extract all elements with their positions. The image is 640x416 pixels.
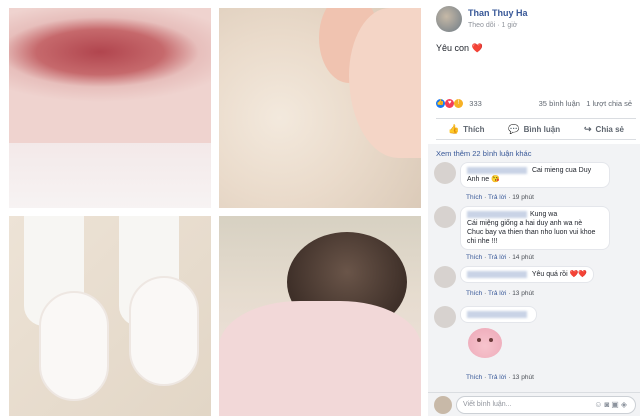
my-avatar xyxy=(434,396,452,414)
love-reaction-icon[interactable]: ♥ xyxy=(445,98,455,108)
comment-like-link[interactable]: Thích xyxy=(466,374,482,381)
comment-like-link[interactable]: Thích xyxy=(466,254,482,261)
comment-input[interactable]: Viết bình luận... ☺◙▣◈ xyxy=(456,396,636,414)
like-label: Thích xyxy=(463,124,485,134)
commenter-avatar[interactable] xyxy=(434,306,456,328)
share-count[interactable]: 1 lượt chia sẻ xyxy=(586,99,632,108)
post-stats: 35 bình luận 1 lượt chia sẻ xyxy=(539,99,632,108)
post-actions: 👍 Thích 💬 Bình luận ↪ Chia sẻ xyxy=(436,118,636,140)
post-panel: Than Thuy Ha Theo dõi · 1 giờ Yêu con ❤️… xyxy=(428,0,640,416)
like-icon: 👍 xyxy=(447,123,460,134)
comment-reply-link[interactable]: Trả lời xyxy=(488,374,506,381)
like-reaction-icon[interactable]: 👍 xyxy=(436,98,445,108)
commenter-avatar[interactable] xyxy=(434,162,456,184)
photo-sleeping-baby[interactable] xyxy=(219,216,421,416)
comment-meta: Thích · Trả lời · 19 phút xyxy=(466,194,534,201)
share-label: Chia sẻ xyxy=(595,124,625,134)
reaction-count[interactable]: 333 xyxy=(469,99,482,108)
comment-bubble: Cai mieng cua Duy Anh ne 😘 xyxy=(460,162,610,188)
comment-time[interactable]: 13 phút xyxy=(512,374,534,381)
comment-time[interactable]: 19 phút xyxy=(512,194,534,201)
photo-baby-ear[interactable] xyxy=(219,8,421,208)
comment-like-link[interactable]: Thích xyxy=(466,194,482,201)
comment-reply-link[interactable]: Trả lời xyxy=(488,290,506,297)
comment-time[interactable]: 13 phút xyxy=(512,290,534,297)
more-comments-link[interactable]: Xem thêm 22 bình luận khác xyxy=(436,149,531,158)
gif-icon[interactable]: ▣ xyxy=(611,400,621,409)
comment-meta: Thích · Trả lời · 13 phút xyxy=(466,374,534,381)
comment-label: Bình luận xyxy=(523,124,561,134)
post-header: Than Thuy Ha Theo dõi · 1 giờ xyxy=(436,6,636,36)
comment-bubble: Kung wa Cái miệng giống a hai duy anh wa… xyxy=(460,206,610,250)
write-comment-bar: Viết bình luận... ☺◙▣◈ xyxy=(428,392,640,416)
commenter-name-blurred[interactable] xyxy=(467,310,527,318)
comment-placeholder: Viết bình luận... xyxy=(463,401,512,408)
follow-link[interactable]: Theo dõi xyxy=(468,22,495,29)
commenter-name-blurred[interactable] xyxy=(467,166,527,174)
post-message: Yêu con ❤️ xyxy=(436,43,483,54)
author-avatar[interactable] xyxy=(436,6,462,32)
commenter-avatar[interactable] xyxy=(434,206,456,228)
author-name[interactable]: Than Thuy Ha xyxy=(468,8,528,18)
commenter-name-blurred[interactable] xyxy=(467,270,527,278)
photo-baby-lips[interactable] xyxy=(9,8,211,208)
comment-like-link[interactable]: Thích xyxy=(466,290,482,297)
comment-icon: 💬 xyxy=(508,123,520,134)
post-time[interactable]: 1 giờ xyxy=(501,22,517,29)
photo-baby-shoes[interactable] xyxy=(9,216,211,416)
comment-count[interactable]: 35 bình luận xyxy=(539,99,580,108)
commenter-avatar[interactable] xyxy=(434,266,456,288)
wow-reaction-icon[interactable]: ! xyxy=(454,98,464,108)
heart-emoji: ❤️ xyxy=(471,43,483,53)
like-button[interactable]: 👍 Thích xyxy=(448,124,485,135)
comments-section: Xem thêm 22 bình luận khác Cai mieng cua… xyxy=(428,144,640,394)
comment-meta: Thích · Trả lời · 13 phút xyxy=(466,290,534,297)
pig-sticker-icon xyxy=(468,328,502,358)
reactions-bar: 👍 ♥ ! 333 35 bình luận 1 lượt chia sẻ xyxy=(436,98,636,112)
sticker-icon[interactable]: ◈ xyxy=(621,400,629,409)
post-text: Yêu con xyxy=(436,43,470,53)
photo-collage xyxy=(0,0,428,416)
comment-reply-link[interactable]: Trả lời xyxy=(488,194,506,201)
post-meta: Theo dõi · 1 giờ xyxy=(468,22,518,29)
comment-button[interactable]: 💬 Bình luận xyxy=(508,124,560,135)
comment-meta: Thích · Trả lời · 14 phút xyxy=(466,254,534,261)
share-icon: ↪ xyxy=(584,123,592,134)
comment-bubble: Yêu quá rồi ❤️❤️ xyxy=(460,266,595,283)
comment-reply-link[interactable]: Trả lời xyxy=(488,254,506,261)
comment-bubble xyxy=(460,306,537,323)
commenter-name-blurred[interactable] xyxy=(467,210,527,218)
share-button[interactable]: ↪ Chia sẻ xyxy=(584,124,624,135)
input-icons: ☺◙▣◈ xyxy=(594,397,629,413)
emoji-icon[interactable]: ☺ xyxy=(594,400,604,409)
comment-text: Yêu quá rồi ❤️❤️ xyxy=(531,271,588,278)
comment-time[interactable]: 14 phút xyxy=(512,254,534,261)
